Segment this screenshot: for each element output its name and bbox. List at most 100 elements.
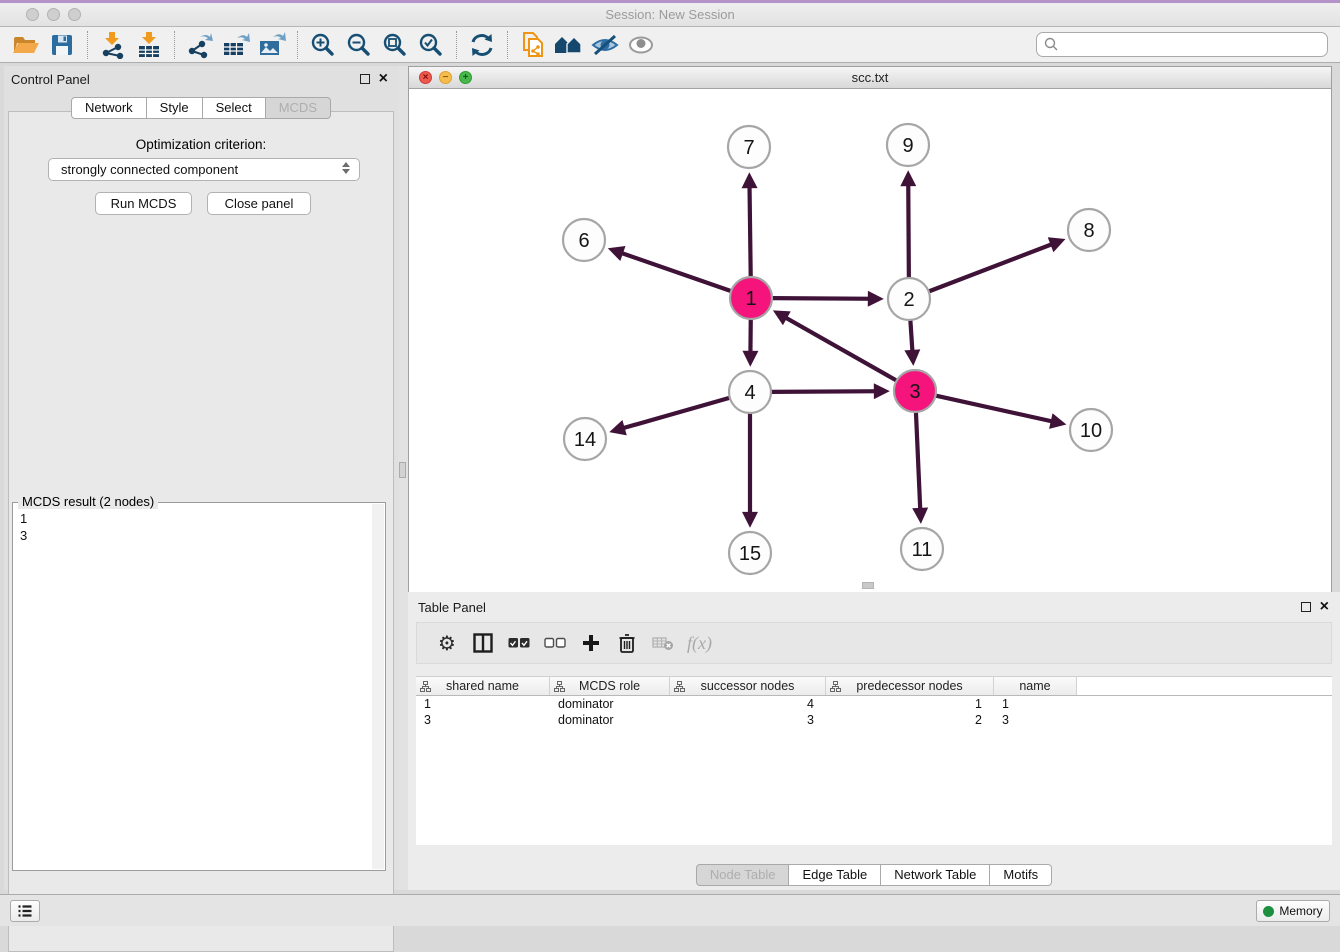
open-session-icon[interactable] [8,30,44,60]
tab-select[interactable]: Select [203,97,266,119]
network-window-titlebar[interactable]: × − + scc.txt [409,67,1331,89]
delete-column-icon[interactable] [645,628,681,658]
search-input[interactable] [1059,35,1327,55]
select-all-icon[interactable] [501,628,537,658]
search-box[interactable] [1036,32,1328,57]
show-column-icon[interactable] [465,628,501,658]
float-table-panel-icon[interactable] [1301,602,1311,612]
zoom-fit-icon[interactable] [377,30,413,60]
panel-divider[interactable] [398,66,408,890]
control-panel-tabs: NetworkStyleSelectMCDS [4,97,398,119]
memory-button[interactable]: Memory [1256,900,1330,922]
divider-grip[interactable] [399,462,406,478]
edge-3-10[interactable] [936,396,1062,424]
close-panel-icon[interactable]: × [379,73,388,85]
tab-network[interactable]: Network [71,97,147,119]
close-table-panel-icon[interactable]: × [1320,601,1329,613]
table-cell[interactable]: 1 [994,696,1077,712]
float-panel-icon[interactable] [360,74,370,84]
search-icon [1044,37,1059,52]
tab-network-table[interactable]: Network Table [881,864,990,886]
tab-node-table[interactable]: Node Table [696,864,790,886]
edge-3-1[interactable] [777,313,897,381]
node-label-6: 6 [578,230,589,252]
export-network-icon[interactable] [182,30,218,60]
network-close-button[interactable]: × [419,71,432,84]
close-panel-button[interactable]: Close panel [207,192,311,215]
export-image-icon[interactable] [254,30,290,60]
edge-1-7[interactable] [749,177,750,277]
function-builder-icon[interactable]: f(x) [687,633,712,654]
node-label-11: 11 [912,539,933,561]
table-cell[interactable]: 3 [670,712,826,728]
table-cell[interactable]: 4 [670,696,826,712]
table-row[interactable]: 1dominator411 [416,696,1332,712]
table-cell[interactable]: 2 [826,712,994,728]
edge-2-3[interactable] [910,320,913,361]
network-resize-grip[interactable] [862,582,874,589]
window-zoom-button[interactable] [68,8,81,21]
mcds-result-box: MCDS result (2 nodes) 13 [12,502,386,871]
edge-4-14[interactable] [614,398,730,431]
toolbar-separator [456,31,457,59]
zoom-out-icon[interactable] [341,30,377,60]
table-cell[interactable]: 3 [994,712,1077,728]
node-label-2: 2 [903,289,914,311]
criterion-dropdown[interactable]: strongly connected component [48,158,360,181]
network-graph[interactable]: 7968124314101511 [409,89,1331,592]
window-minimize-button[interactable] [47,8,60,21]
table-options-icon[interactable]: ⚙ [429,628,465,658]
panel-list-button[interactable] [10,900,40,922]
apply-layout-icon[interactable] [464,30,500,60]
edge-1-6[interactable] [612,250,731,291]
zoom-in-icon[interactable] [305,30,341,60]
dropdown-stepper-icon [342,162,350,174]
table-cell[interactable]: dominator [550,696,670,712]
save-session-icon[interactable] [44,30,80,60]
tab-mcds[interactable]: MCDS [266,97,331,119]
tab-edge-table[interactable]: Edge Table [789,864,881,886]
table-panel: Table Panel × ⚙ f(x) shared nameMCDS rol… [408,592,1340,890]
first-neighbors-icon[interactable] [551,30,587,60]
network-minimize-button[interactable]: − [439,71,452,84]
edge-2-8[interactable] [929,241,1061,292]
edge-3-11[interactable] [916,412,921,519]
network-window-title: scc.txt [409,67,1331,88]
edge-4-3[interactable] [771,391,885,392]
column-header-mcds-role[interactable]: MCDS role [550,677,670,695]
mcds-result-legend: MCDS result (2 nodes) [18,494,158,509]
import-network-icon[interactable] [95,30,131,60]
column-header-shared-name[interactable]: shared name [416,677,550,695]
zoom-selected-icon[interactable] [413,30,449,60]
network-canvas[interactable]: 7968124314101511 [409,89,1331,592]
result-scrollbar[interactable] [372,504,384,869]
node-label-8: 8 [1083,220,1094,242]
node-label-7: 7 [743,137,754,159]
edge-1-2[interactable] [772,298,879,299]
export-table-icon[interactable] [218,30,254,60]
window-close-button[interactable] [26,8,39,21]
network-zoom-button[interactable]: + [459,71,472,84]
table-tabs: Node TableEdge TableNetwork TableMotifs [408,864,1340,886]
column-header-name[interactable]: name [994,677,1077,695]
delete-row-icon[interactable] [609,628,645,658]
table-cell[interactable]: 1 [826,696,994,712]
table-row[interactable]: 3dominator323 [416,712,1332,728]
table-cell[interactable]: 3 [416,712,550,728]
tab-motifs[interactable]: Motifs [990,864,1052,886]
column-header-predecessor-nodes[interactable]: predecessor nodes [826,677,994,695]
deselect-all-icon[interactable] [537,628,573,658]
clone-network-icon[interactable] [515,30,551,60]
import-table-icon[interactable] [131,30,167,60]
edge-2-9[interactable] [908,175,909,278]
hide-selected-icon[interactable] [587,30,623,60]
add-row-icon[interactable] [573,628,609,658]
table-cell[interactable]: 1 [416,696,550,712]
show-all-icon[interactable] [623,30,659,60]
run-mcds-button[interactable]: Run MCDS [95,192,192,215]
column-header-successor-nodes[interactable]: successor nodes [670,677,826,695]
table-cell[interactable]: dominator [550,712,670,728]
node-label-9: 9 [902,135,913,157]
folder-front [13,43,39,53]
tab-style[interactable]: Style [147,97,203,119]
